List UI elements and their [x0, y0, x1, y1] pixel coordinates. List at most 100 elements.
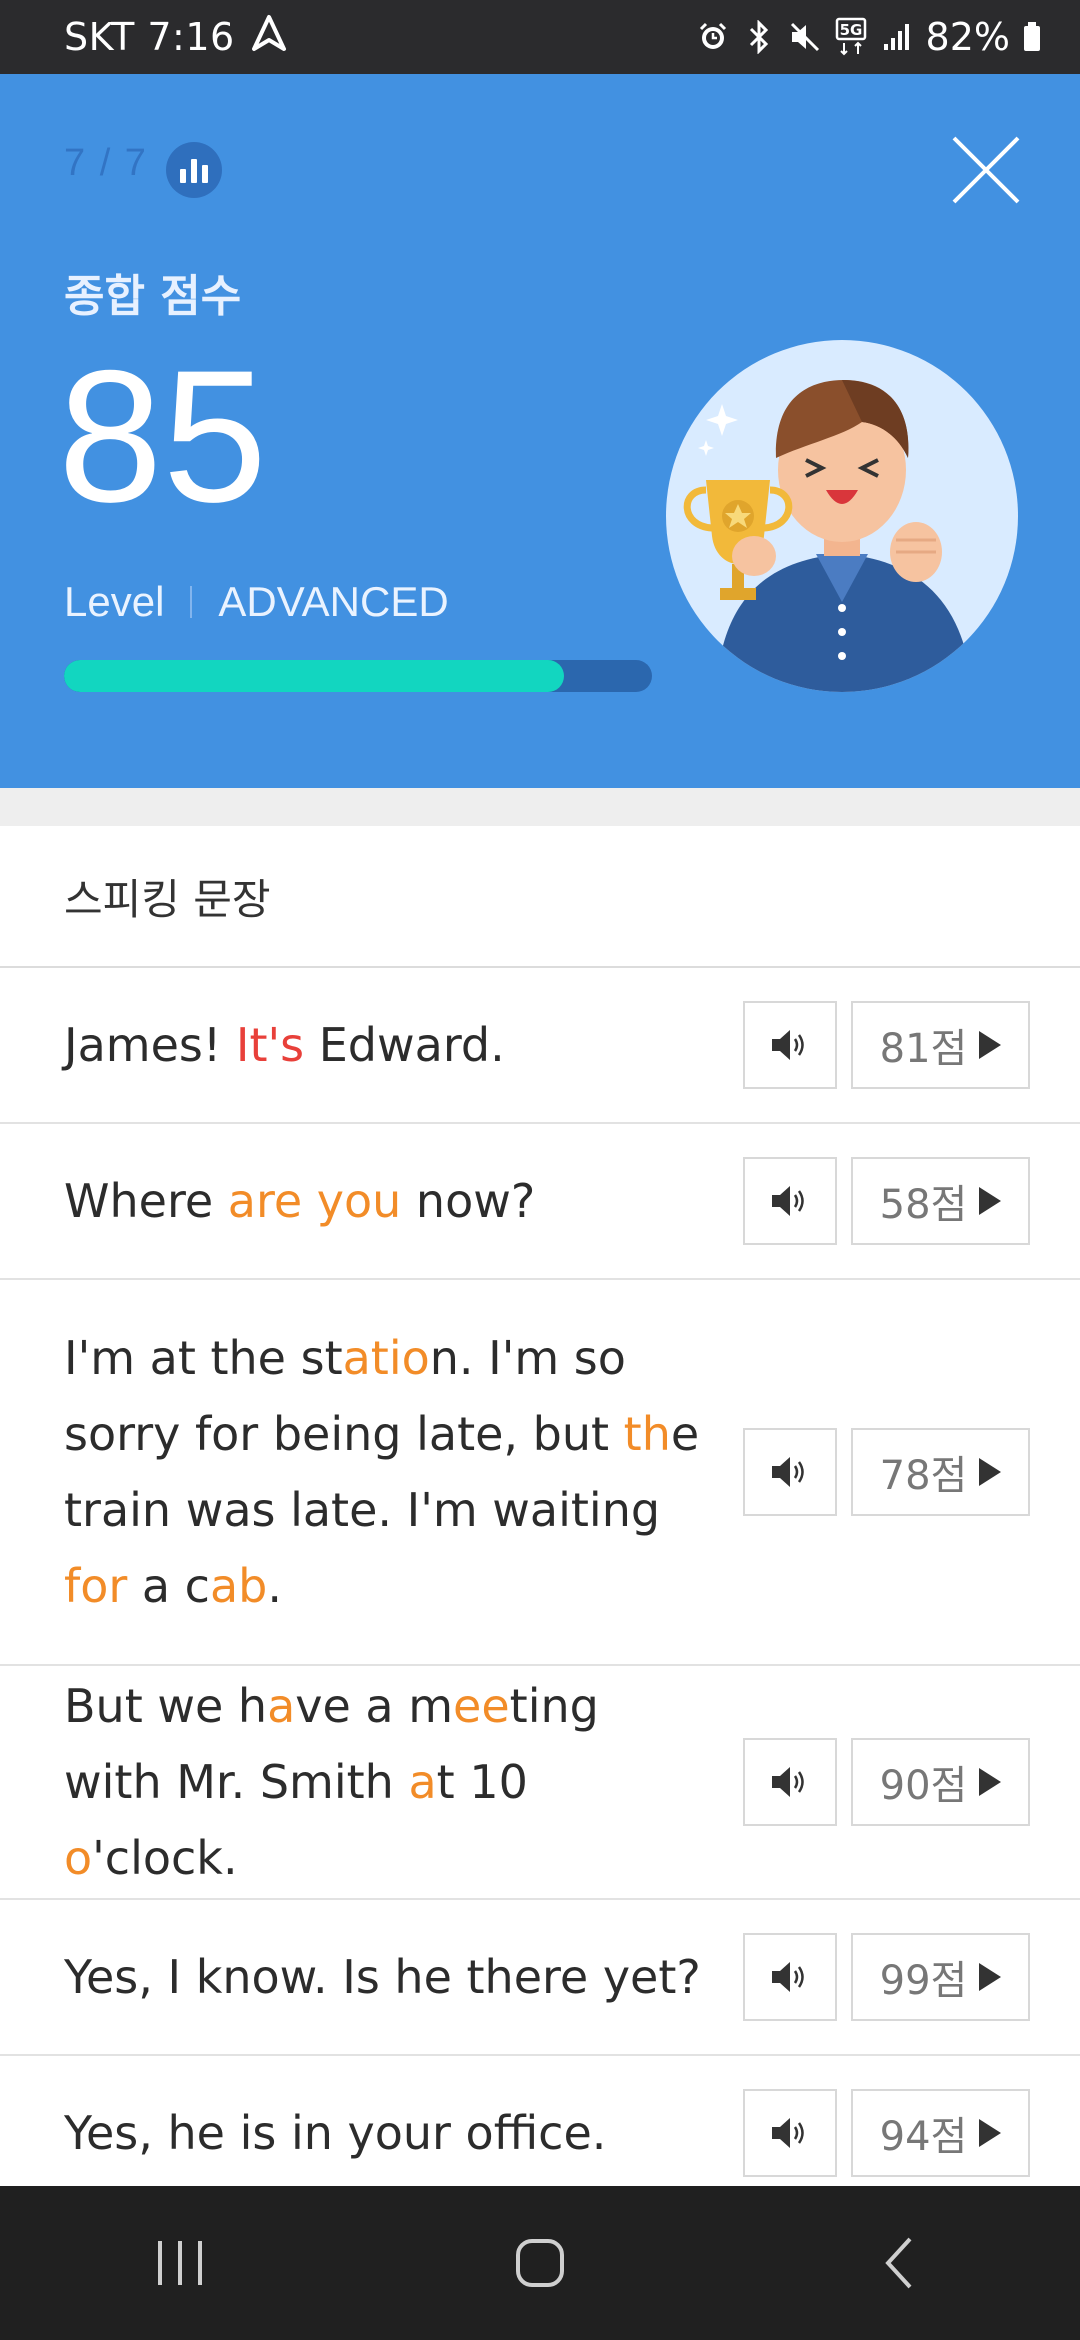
score-label: 종합 점수 [64, 271, 242, 322]
highlighted-word: It's [235, 1018, 305, 1072]
home-icon [516, 2239, 564, 2287]
back-button[interactable] [840, 2213, 960, 2313]
sentence-row: But we have a meeting with Mr. Smith at … [0, 1666, 1080, 1900]
sentence-text: I'm at the station. I'm so sorry for bei… [0, 1320, 704, 1624]
highlighted-word: a [267, 1679, 296, 1733]
highlighted-word: ab [209, 1559, 268, 1613]
sentence-score-button[interactable]: 99점 [851, 1933, 1030, 2021]
section-separator [0, 788, 1080, 826]
sentence-score-button[interactable]: 94점 [851, 2089, 1030, 2177]
play-icon [979, 1768, 1002, 1796]
highlighted-word: for [64, 1559, 128, 1613]
sentence-fragment: Where [64, 1174, 228, 1228]
recent-apps-button[interactable] [120, 2213, 240, 2313]
alarm-icon [696, 17, 730, 57]
svg-text:5G: 5G [839, 21, 862, 39]
sentence-score: 78점 [879, 1453, 968, 1499]
play-audio-button[interactable] [743, 1428, 837, 1516]
sentence-score: 81점 [879, 1026, 968, 1072]
play-icon [979, 1963, 1002, 1991]
sentence-fragment: t 10 [436, 1755, 528, 1809]
sentence-score-button[interactable]: 90점 [851, 1738, 1030, 1826]
total-score: 85 [58, 331, 268, 541]
sentence-text: Yes, I know. Is he there yet? [0, 1939, 704, 2015]
play-audio-button[interactable] [743, 1738, 837, 1826]
sentence-fragment: But we h [64, 1679, 268, 1733]
battery-percent: 82% [925, 15, 1010, 59]
bluetooth-icon [742, 17, 776, 57]
sentence-score: 90점 [879, 1763, 968, 1809]
sentence-list: James! It's Edward. 81점 Where are you no… [0, 968, 1080, 2212]
sentence-fragment: Yes, I know. Is he there yet? [64, 1950, 701, 2004]
sentence-row: Yes, I know. Is he there yet? 99점 [0, 1900, 1080, 2056]
signal-icon [880, 17, 914, 57]
play-icon [979, 2119, 1002, 2147]
level-value: ADVANCED [218, 578, 449, 625]
recent-apps-icon [158, 2241, 202, 2285]
sentence-fragment: James! [64, 1018, 236, 1072]
speaker-icon [772, 1767, 804, 1797]
sentence-row: Where are you now? 58점 [0, 1124, 1080, 1280]
system-navigation-bar [0, 2186, 1080, 2340]
score-progress-fill [64, 660, 564, 692]
score-header: 7 / 7 종합 점수 85 Level ADVANCED [0, 74, 1080, 788]
sentence-score-button[interactable]: 81점 [851, 1001, 1030, 1089]
highlighted-word: a [408, 1755, 437, 1809]
sentence-row: James! It's Edward. 81점 [0, 968, 1080, 1124]
sentence-score: 94점 [879, 2114, 968, 2160]
level-row: Level ADVANCED [64, 578, 449, 626]
highlighted-word: th [623, 1407, 671, 1461]
home-button[interactable] [480, 2213, 600, 2313]
speaker-icon [772, 1030, 804, 1060]
sentence-score-button[interactable]: 58점 [851, 1157, 1030, 1245]
play-icon [979, 1187, 1002, 1215]
highlighted-word: atio [342, 1331, 430, 1385]
close-button[interactable] [950, 134, 1022, 206]
speaker-icon [772, 1457, 804, 1487]
speaker-icon [772, 2118, 804, 2148]
highlighted-word: are you [227, 1174, 402, 1228]
sentence-fragment: Edward. [304, 1018, 505, 1072]
sentence-fragment: Yes, he is in your office. [64, 2106, 607, 2160]
close-icon [952, 136, 1020, 204]
sentence-fragment: . [267, 1559, 282, 1613]
play-audio-button[interactable] [743, 1933, 837, 2021]
speaker-icon [772, 1186, 804, 1216]
mute-icon [788, 17, 822, 57]
section-title: 스피킹 문장 [0, 826, 1080, 968]
trophy-character-illustration [666, 340, 1018, 692]
play-icon [979, 1458, 1002, 1486]
status-right: 5G 82% [696, 0, 1042, 74]
status-bar: SKT 7:16 5G 82% [0, 0, 1080, 74]
sentence-fragment: 'clock. [92, 1831, 238, 1885]
play-icon [979, 1031, 1002, 1059]
sentence-fragment: now? [401, 1174, 536, 1228]
sentence-text: Yes, he is in your office. [0, 2095, 704, 2171]
highlighted-word: ee [453, 1679, 510, 1733]
highlighted-word: o [64, 1831, 93, 1885]
carrier-time: SKT 7:16 [64, 15, 235, 59]
sentence-fragment: a c [127, 1559, 210, 1613]
battery-icon [1022, 17, 1042, 57]
sentence-fragment: I'm at the st [64, 1331, 343, 1385]
navigation-arrow-icon [249, 13, 289, 62]
sentence-row: I'm at the station. I'm so sorry for bei… [0, 1280, 1080, 1666]
sentence-text: James! It's Edward. [0, 1007, 704, 1083]
sentence-score: 58점 [879, 1182, 968, 1228]
network-5g-icon: 5G [834, 17, 868, 57]
progress-counter: 7 / 7 [64, 142, 148, 184]
sentence-text: Where are you now? [0, 1163, 704, 1239]
play-audio-button[interactable] [743, 2089, 837, 2177]
sentence-score-button[interactable]: 78점 [851, 1428, 1030, 1516]
sentence-text: But we have a meeting with Mr. Smith at … [0, 1668, 704, 1896]
status-left: SKT 7:16 [64, 0, 289, 74]
play-audio-button[interactable] [743, 1157, 837, 1245]
level-label: Level [64, 578, 165, 625]
play-audio-button[interactable] [743, 1001, 837, 1089]
speaker-icon [772, 1962, 804, 1992]
bar-chart-icon[interactable] [166, 142, 222, 198]
back-icon [885, 2237, 912, 2289]
score-progress-bar [64, 660, 652, 692]
sentence-score: 99점 [879, 1958, 968, 2004]
level-divider [190, 586, 193, 618]
